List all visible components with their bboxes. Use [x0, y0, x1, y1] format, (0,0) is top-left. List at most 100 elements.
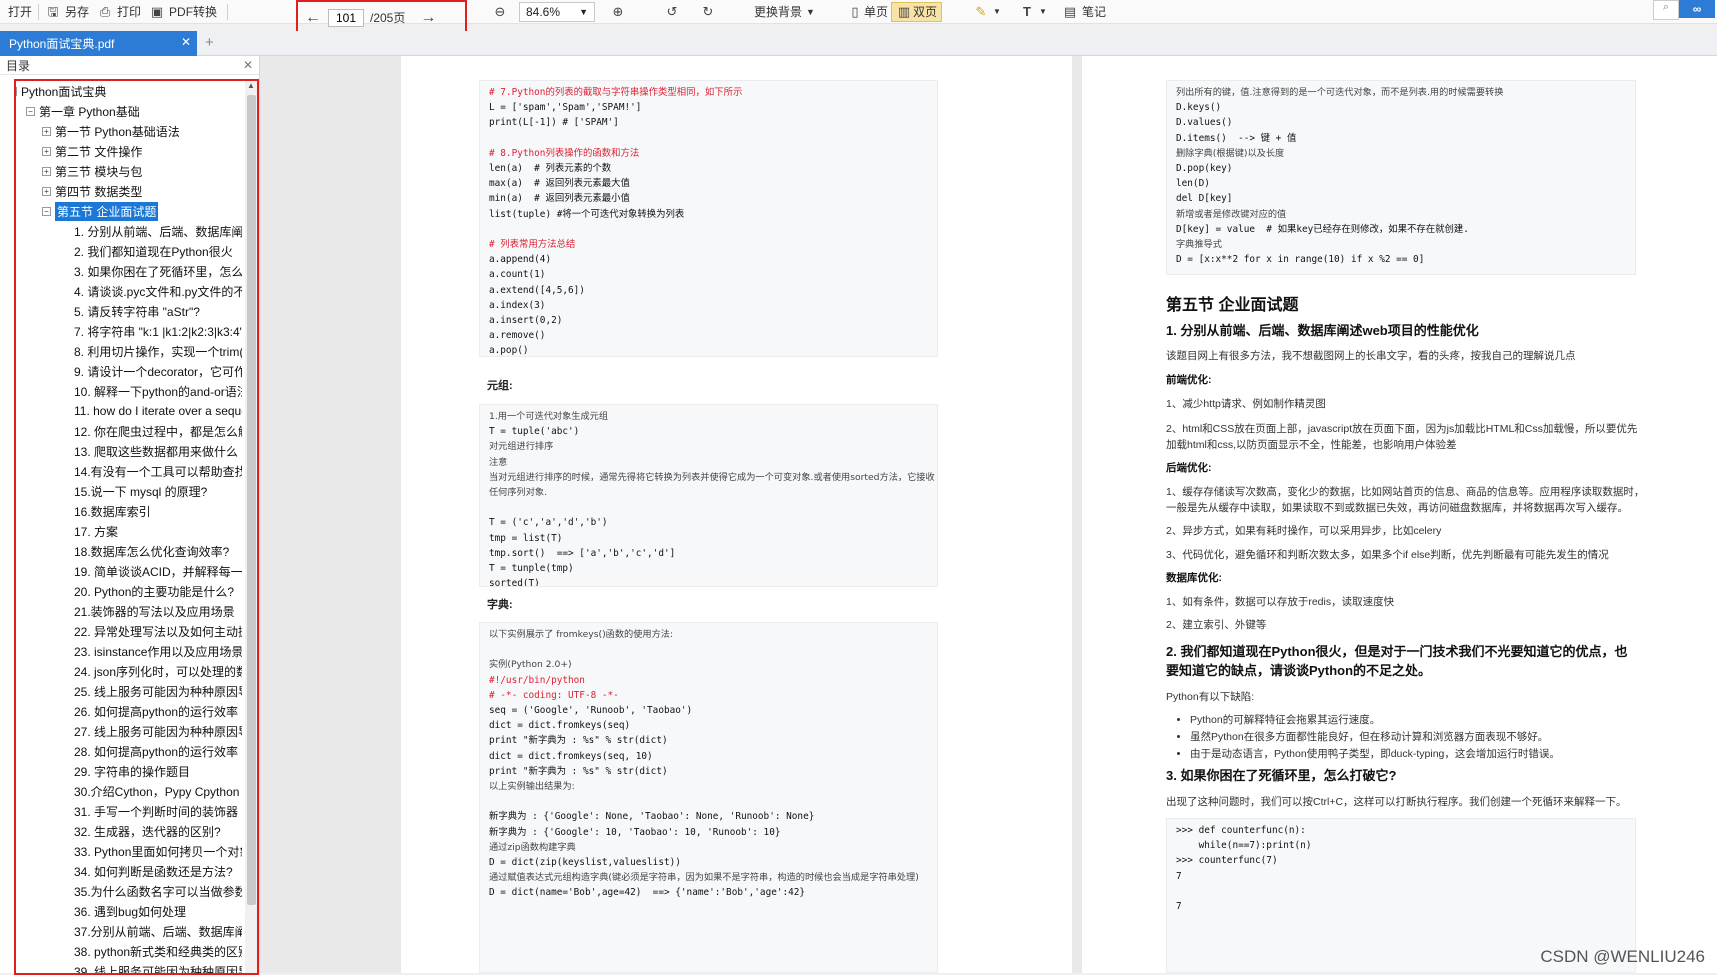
toc-item[interactable]: 31. 手写一个判断时间的装饰器: [16, 801, 242, 821]
expand-icon[interactable]: +: [42, 167, 51, 176]
toc-item[interactable]: 1. 分别从前端、后端、数据库阐述web项目的性能优化: [16, 221, 242, 241]
toc-section[interactable]: + 第三节 模块与包: [16, 161, 242, 181]
toc-chapter[interactable]: − 第一章 Python基础: [16, 101, 242, 121]
rotate-left-button[interactable]: ↺: [660, 1, 688, 23]
code-line: 以上实例输出结果为:: [489, 779, 928, 794]
toc-sidebar: 目录 ✕ − Python面试宝典 − 第一章 Python基础 +第一节 Py…: [0, 56, 260, 973]
cloud-icon[interactable]: ∞: [1679, 0, 1715, 18]
page-number-input[interactable]: [328, 9, 364, 27]
code-line: 通过赋值表达式元组构造字典(键必须是字符串，因为如果不是字符串，构造的时候也会当…: [489, 870, 928, 885]
previous-page-icon[interactable]: ←: [304, 9, 322, 27]
code-line: [1176, 884, 1626, 899]
toc-scrollbar[interactable]: ▲: [245, 81, 257, 975]
collapse-icon[interactable]: −: [42, 207, 51, 216]
toc-item[interactable]: 17. 方案: [16, 521, 242, 541]
expand-icon[interactable]: +: [42, 127, 51, 136]
toc-item[interactable]: 20. Python的主要功能是什么?: [16, 581, 242, 601]
toc-item[interactable]: 36. 遇到bug如何处理: [16, 901, 242, 921]
toc-item[interactable]: 10. 解释一下python的and-or语法: [16, 381, 242, 401]
background-button[interactable]: 更换背景▼: [750, 1, 819, 23]
toc-item-label: 15.说一下 mysql 的原理?: [74, 483, 207, 500]
expand-icon[interactable]: +: [42, 187, 51, 196]
toc-item[interactable]: 26. 如何提高python的运行效率: [16, 701, 242, 721]
pdf-convert-label: PDF转换: [169, 3, 217, 20]
open-button[interactable]: 打开: [4, 1, 36, 23]
double-page-button[interactable]: ▥双页: [891, 2, 942, 22]
toc-item[interactable]: 13. 爬取这些数据都用来做什么: [16, 441, 242, 461]
zoom-select[interactable]: 84.6%▼: [519, 2, 595, 22]
toc-item-label: 12. 你在爬虫过程中，都是怎么解决反爬的: [74, 423, 242, 440]
toc-section[interactable]: +第二节 文件操作: [16, 141, 242, 161]
toc-section[interactable]: +第四节 数据类型: [16, 181, 242, 201]
toc-root[interactable]: − Python面试宝典: [14, 81, 242, 101]
toc-item[interactable]: 33. Python里面如何拷贝一个对象: [16, 841, 242, 861]
toc-item[interactable]: 15.说一下 mysql 的原理?: [16, 481, 242, 501]
rotate-right-button[interactable]: ↻: [696, 1, 724, 23]
tab-document[interactable]: Python面试宝典.pdf ✕: [0, 31, 197, 56]
toc-item[interactable]: 30.介绍Cython，Pypy Cpython Numba各有什么缺点: [16, 781, 242, 801]
toc-item-label: 10. 解释一下python的and-or语法: [74, 383, 242, 400]
next-page-icon[interactable]: →: [419, 9, 437, 27]
close-icon[interactable]: ✕: [181, 35, 191, 49]
notes-button[interactable]: ▤笔记: [1058, 1, 1110, 23]
toc-item[interactable]: 23. isinstance作用以及应用场景?: [16, 641, 242, 661]
code-line: sorted(T): [489, 576, 928, 587]
toc-section-label: 第三节 模块与包: [55, 163, 142, 180]
search-icon[interactable]: ⌕: [1653, 0, 1679, 20]
question-2-bullets: Python的可解释特征会拖累其运行速度。虽然Python在很多方面都性能良好，…: [1172, 712, 1692, 763]
toc-item[interactable]: 37.分别从前端、后端、数据库阐述web项目的性能优化: [16, 921, 242, 941]
zoom-out-button[interactable]: ⊖: [488, 1, 516, 23]
code-line: 对元组进行排序: [489, 439, 928, 454]
toc-section[interactable]: +第一节 Python基础语法: [16, 121, 242, 141]
print-button[interactable]: ⎙打印: [93, 1, 145, 23]
toc-item[interactable]: 34. 如何判断是函数还是方法?: [16, 861, 242, 881]
scroll-up-icon[interactable]: ▲: [246, 81, 256, 93]
zoom-in-button[interactable]: ⊕: [606, 1, 634, 23]
toc-item[interactable]: 12. 你在爬虫过程中，都是怎么解决反爬的: [16, 421, 242, 441]
toc-item[interactable]: 27. 线上服务可能因为种种原因导致挂掉怎么办: [16, 721, 242, 741]
toc-item[interactable]: 5. 请反转字符串 "aStr"?: [16, 301, 242, 321]
code-block-tuple: 1.用一个可迭代对象生成元组T = tuple('abc')对元组进行排序注意当…: [479, 404, 938, 587]
toc-item[interactable]: 28. 如何提高python的运行效率: [16, 741, 242, 761]
toc-section[interactable]: −第五节 企业面试题: [16, 201, 242, 221]
toc-item[interactable]: 2. 我们都知道现在Python很火: [16, 241, 242, 261]
toc-item[interactable]: 4. 请谈谈.pyc文件和.py文件的不同之处: [16, 281, 242, 301]
toc-item[interactable]: 32. 生成器，迭代器的区别?: [16, 821, 242, 841]
text-tool-button[interactable]: T▼: [1015, 1, 1051, 23]
chevron-down-icon: ▼: [579, 7, 588, 17]
toc-item[interactable]: 29. 字符串的操作题目: [16, 761, 242, 781]
toc-item[interactable]: 7. 将字符串 "k:1 |k1:2|k2:3|k3:4": [16, 321, 242, 341]
collapse-icon[interactable]: −: [14, 87, 17, 96]
close-icon[interactable]: ✕: [243, 58, 253, 72]
toc-item[interactable]: 14.有没有一个工具可以帮助查找python的bug: [16, 461, 242, 481]
frontend-label: 前端优化:: [1166, 372, 1212, 387]
toc-scroll-thumb[interactable]: [247, 95, 256, 905]
document-viewer[interactable]: # 7.Python的列表的截取与字符串操作类型相同，如下所示L = ['spa…: [260, 56, 1717, 973]
toc-item[interactable]: 9. 请设计一个decorator，它可作用于任何函数: [16, 361, 242, 381]
toc-item[interactable]: 21.装饰器的写法以及应用场景: [16, 601, 242, 621]
toc-item[interactable]: 22. 异常处理写法以及如何主动抛出异常: [16, 621, 242, 641]
save-as-button[interactable]: 🖫另存: [41, 1, 93, 23]
toc-item[interactable]: 35.为什么函数名字可以当做参数用?: [16, 881, 242, 901]
code-line: 以下实例展示了 fromkeys()函数的使用方法:: [489, 627, 928, 642]
toc-item-label: 36. 遇到bug如何处理: [74, 903, 186, 920]
toc-item[interactable]: 8. 利用切片操作，实现一个trim()函数: [16, 341, 242, 361]
toc-item[interactable]: 16.数据库索引: [16, 501, 242, 521]
code-line: print "新字典为 : %s" % str(dict): [489, 764, 928, 779]
toc-item[interactable]: 38. python新式类和经典类的区别: [16, 941, 242, 961]
code-line: 7: [1176, 899, 1626, 914]
highlight-button[interactable]: ✎▼: [969, 1, 1005, 23]
toc-item[interactable]: 11. how do I iterate over a sequence in …: [16, 401, 242, 421]
toc-item[interactable]: 24. json序列化时，可以处理的数据类型有哪些: [16, 661, 242, 681]
single-page-button[interactable]: ▯单页: [843, 1, 892, 23]
toc-item[interactable]: 19. 简单谈谈ACID，并解释每一个特性: [16, 561, 242, 581]
new-tab-icon[interactable]: +: [205, 34, 214, 51]
pdf-convert-button[interactable]: ▣PDF转换: [145, 1, 221, 23]
expand-icon[interactable]: +: [42, 147, 51, 156]
toc-item[interactable]: 25. 线上服务可能因为种种原因导致挂掉怎么办: [16, 681, 242, 701]
code-line: 列出所有的键，值.注意得到的是一个可迭代对象，而不是列表.用的时候需要转换: [1176, 85, 1626, 100]
toc-item[interactable]: 3. 如果你困在了死循环里，怎么打破它？: [16, 261, 242, 281]
collapse-icon[interactable]: −: [26, 107, 35, 116]
toc-item[interactable]: 18.数据库怎么优化查询效率?: [16, 541, 242, 561]
frontend-item-2: 2、html和CSS放在页面上部，javascript放在页面下面，因为js加载…: [1166, 421, 1637, 437]
